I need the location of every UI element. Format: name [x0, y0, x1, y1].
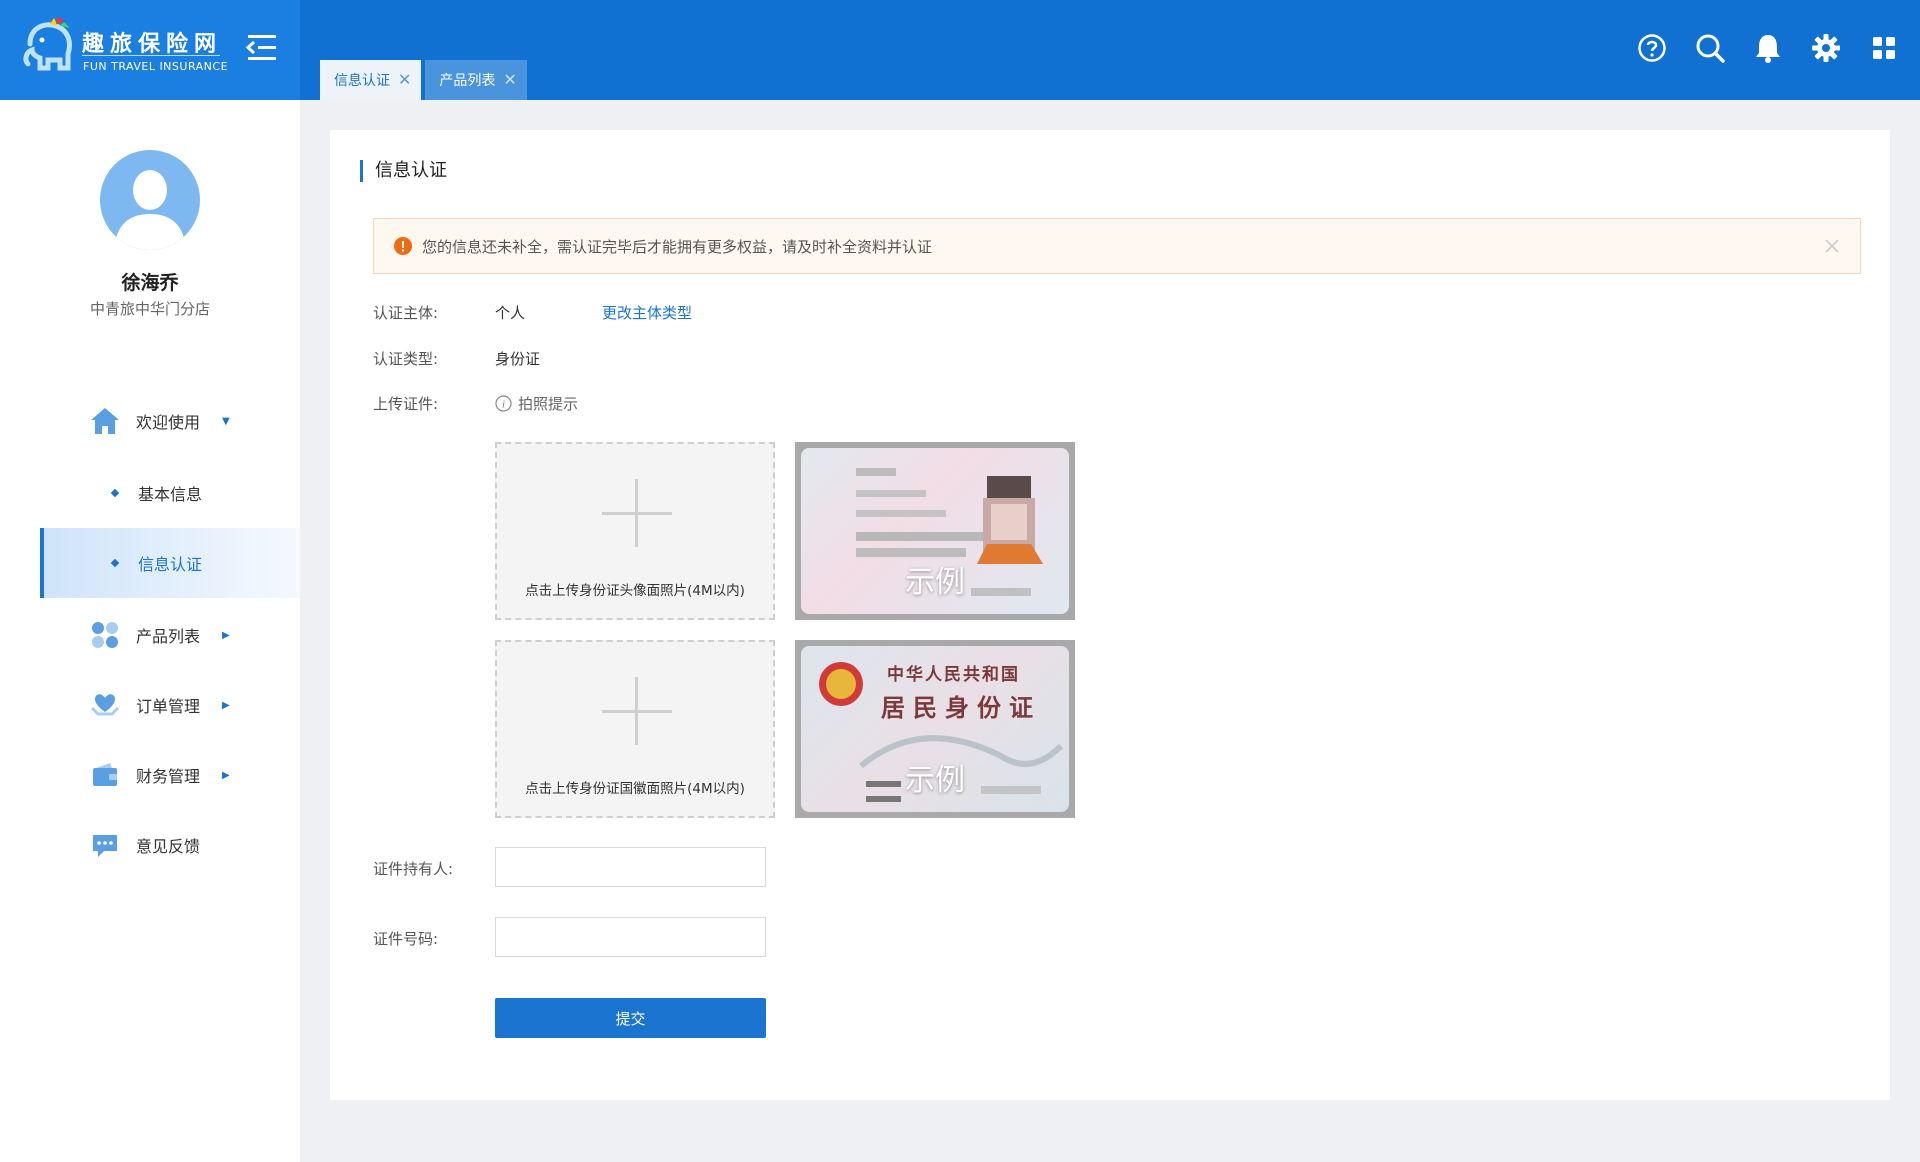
tab-info-auth[interactable]: 信息认证 ✕ — [320, 60, 422, 100]
home-icon — [90, 406, 120, 436]
sidebar-item-label: 订单管理 — [136, 697, 201, 716]
plus-icon-stem — [635, 479, 638, 547]
holder-input[interactable] — [495, 847, 766, 887]
info-icon: i — [495, 395, 512, 412]
logo-chinese-text: 趣旅保险网 — [82, 32, 223, 57]
feedback-icon — [90, 830, 120, 860]
tab-product-list[interactable]: 产品列表 ✕ — [425, 60, 527, 100]
gear-icon[interactable] — [1810, 32, 1842, 64]
change-subject-link[interactable]: 更改主体类型 — [602, 302, 692, 323]
menu-collapse-icon[interactable] — [244, 30, 280, 66]
wallet-icon — [90, 760, 120, 790]
order-icon — [90, 690, 120, 720]
sidebar: 徐海乔 中青旅中华门分店 欢迎使用 ▼ 基本信息 信息认证 产品列表 ▶ 订单管… — [0, 100, 300, 1162]
main-card: 信息认证 您的信息还未补全，需认证完毕后才能拥有更多权益，请及时补全资料并认证 … — [330, 130, 1890, 1100]
tab-label: 信息认证 — [334, 73, 390, 89]
submit-button[interactable]: 提交 — [495, 998, 766, 1038]
logo-english-text: FUN TRAVEL INSURANCE — [83, 60, 229, 73]
products-icon — [90, 620, 120, 650]
type-value: 身份证 — [495, 350, 541, 368]
top-icons — [1636, 32, 1900, 64]
sidebar-item-label: 产品列表 — [136, 627, 201, 646]
photo-tip-text: 拍照提示 — [518, 395, 579, 413]
sidebar-item-label: 财务管理 — [136, 767, 201, 786]
photo-tip[interactable]: i 拍照提示 — [495, 393, 578, 414]
alert-text: 您的信息还未补全，需认证完毕后才能拥有更多权益，请及时补全资料并认证 — [422, 237, 933, 256]
example-id-back: 中华人民共和国 居民身份证 示例 — [795, 640, 1075, 818]
avatar[interactable] — [100, 150, 200, 250]
chevron-down-icon: ▼ — [222, 415, 230, 427]
sidebar-item-orders[interactable]: 订单管理 ▶ — [40, 670, 300, 740]
upload-id-front[interactable]: 点击上传身份证头像面照片(4M以内) — [495, 442, 775, 620]
elephant-logo-icon — [23, 16, 72, 71]
user-name: 徐海乔 — [121, 272, 179, 294]
page-tabs: 信息认证 ✕ 产品列表 ✕ — [320, 60, 527, 100]
page-title: 信息认证 — [360, 160, 447, 182]
upload-label: 上传证件: — [373, 395, 439, 413]
number-label: 证件号码: — [373, 930, 439, 948]
bullet-icon — [110, 558, 120, 568]
chevron-right-icon: ▶ — [222, 699, 230, 711]
tab-label: 产品列表 — [439, 73, 496, 89]
upload-id-back[interactable]: 点击上传身份证国徽面照片(4M以内) — [495, 640, 775, 818]
chevron-right-icon: ▶ — [222, 769, 230, 781]
subject-label: 认证主体: — [373, 304, 439, 322]
exclamation-icon — [394, 237, 412, 255]
id-number-input[interactable] — [495, 917, 766, 957]
warning-alert: 您的信息还未补全，需认证完毕后才能拥有更多权益，请及时补全资料并认证 — [373, 218, 1861, 274]
upload-back-text: 点击上传身份证国徽面照片(4M以内) — [525, 781, 745, 797]
sidebar-item-label: 欢迎使用 — [136, 413, 201, 432]
search-icon[interactable] — [1694, 32, 1726, 64]
example-label: 示例 — [905, 565, 965, 600]
sidebar-item-welcome[interactable]: 欢迎使用 ▼ — [40, 386, 300, 456]
close-icon[interactable] — [1822, 236, 1842, 256]
sidebar-item-label: 信息认证 — [138, 555, 203, 574]
type-label: 认证类型: — [373, 350, 439, 368]
sidebar-item-info-auth[interactable]: 信息认证 — [40, 528, 300, 598]
upload-front-text: 点击上传身份证头像面照片(4M以内) — [525, 583, 745, 599]
logo-divider — [82, 55, 220, 56]
sidebar-item-products[interactable]: 产品列表 ▶ — [40, 600, 300, 670]
id-back-line1: 中华人民共和国 — [887, 665, 1020, 685]
sidebar-item-feedback[interactable]: 意见反馈 — [40, 810, 300, 880]
top-bar: 趣旅保险网 FUN TRAVEL INSURANCE 信息认证 ✕ 产品列表 ✕ — [0, 0, 1920, 100]
subject-value: 个人 — [495, 304, 526, 322]
bullet-icon — [110, 488, 120, 498]
sidebar-item-finance[interactable]: 财务管理 ▶ — [40, 740, 300, 810]
bell-icon[interactable] — [1752, 32, 1784, 64]
help-icon[interactable] — [1636, 32, 1668, 64]
tab-close-icon[interactable]: ✕ — [398, 72, 411, 88]
sidebar-item-basic-info[interactable]: 基本信息 — [40, 458, 300, 528]
plus-icon-stem — [635, 677, 638, 745]
example-id-front: 示例 — [795, 442, 1075, 620]
sidebar-item-label: 意见反馈 — [136, 837, 201, 856]
sidebar-item-label: 基本信息 — [138, 485, 203, 504]
example-label: 示例 — [905, 763, 965, 798]
svg-text:i: i — [502, 399, 505, 411]
holder-label: 证件持有人: — [373, 860, 454, 878]
id-back-line2: 居民身份证 — [881, 693, 1041, 722]
user-store: 中青旅中华门分店 — [89, 300, 210, 318]
tab-close-icon[interactable]: ✕ — [503, 72, 516, 88]
apps-grid-icon[interactable] — [1868, 32, 1900, 64]
chevron-right-icon: ▶ — [222, 629, 230, 641]
